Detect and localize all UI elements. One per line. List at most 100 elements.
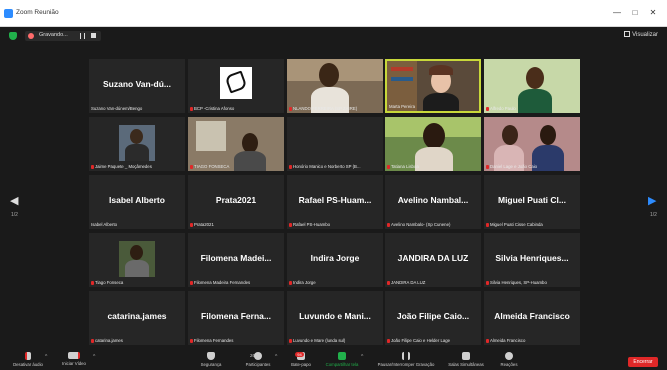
participant-name-large: João Filipe Caio... bbox=[396, 311, 470, 321]
chat-button[interactable]: 94 Bate-papo bbox=[286, 352, 316, 367]
participant-tile[interactable]: JANDIRA DA LUZ JANDIRA DA LUZ bbox=[385, 233, 481, 287]
participant-tile[interactable]: Alfredo Paulo bbox=[484, 59, 580, 113]
start-video-button[interactable]: Iniciar Vídeo bbox=[56, 352, 92, 366]
close-icon[interactable]: ✕ bbox=[648, 8, 658, 18]
mic-muted-icon bbox=[387, 164, 390, 169]
participant-label: Silvia Henriques, SP-Huambo bbox=[486, 280, 578, 285]
share-screen-icon bbox=[338, 352, 346, 360]
participant-tile[interactable]: Filomena Madei... Filomena Madeira Ferna… bbox=[188, 233, 284, 287]
mute-button[interactable]: Desativar áudio bbox=[8, 352, 48, 367]
participant-tile[interactable]: Luvundo e Mani... Luvundo e Mare (lunda … bbox=[287, 291, 383, 345]
participant-label: Rafael PS-Huambo bbox=[289, 222, 381, 227]
audio-options-chevron-icon[interactable]: ^ bbox=[45, 354, 47, 360]
mic-muted-icon bbox=[387, 222, 390, 227]
previous-page-icon[interactable]: ◀ bbox=[10, 194, 18, 207]
recording-indicator: Gravando... bbox=[25, 31, 101, 41]
meeting-top-bar: Gravando... Visualizar bbox=[0, 27, 667, 45]
pause-stop-recording-button[interactable]: Pausar/Interromper Gravação bbox=[370, 352, 442, 367]
participant-tile[interactable]: Almeida Francisco Almeida Francisco bbox=[484, 291, 580, 345]
next-page-icon[interactable]: ▶ bbox=[648, 194, 656, 207]
mic-muted-icon bbox=[91, 280, 94, 285]
window-title-bar: Zoom Reunião — □ ✕ bbox=[0, 0, 667, 27]
participant-name-large: Isabel Alberto bbox=[109, 195, 165, 205]
share-screen-button[interactable]: Compartilhar tela bbox=[320, 352, 364, 367]
camera-icon bbox=[68, 352, 80, 359]
participant-tile[interactable]: catarina.james catarina.james bbox=[89, 291, 185, 345]
participant-video bbox=[484, 59, 580, 113]
participant-tile[interactable]: João Filipe Caio... João Filipe Caio e H… bbox=[385, 291, 481, 345]
view-button[interactable]: Visualizar bbox=[624, 31, 658, 38]
left-page-indicator: 1/2 bbox=[11, 212, 18, 218]
mic-muted-icon bbox=[289, 164, 292, 169]
participant-name-large: Miguel Puati Cl... bbox=[497, 195, 566, 205]
share-options-chevron-icon[interactable]: ^ bbox=[361, 354, 363, 360]
participant-tile[interactable]: Tiago Fonseca bbox=[89, 233, 185, 287]
participant-avatar bbox=[89, 233, 185, 287]
participant-tile[interactable]: BCP -Cristina Afonso bbox=[188, 59, 284, 113]
participants-count: 26 bbox=[250, 353, 256, 358]
participant-tile[interactable]: Suzano Van-dú... Suzano Van-dúnem/Bengo bbox=[89, 59, 185, 113]
mic-muted-icon bbox=[387, 338, 390, 343]
participant-label: catarina.james bbox=[91, 338, 183, 343]
participant-video bbox=[385, 117, 481, 171]
mic-muted-icon bbox=[91, 338, 94, 343]
participant-tile-active-speaker[interactable]: Marta Pereira bbox=[385, 59, 481, 113]
participant-label: Tiago Fonseca bbox=[91, 280, 183, 285]
participant-tile[interactable]: Miguel Puati Cl... Miguel Puati Cisse Ca… bbox=[484, 175, 580, 229]
participant-label: Indira Jorge bbox=[289, 280, 381, 285]
participant-tile[interactable]: TIAGO FONSECA bbox=[188, 117, 284, 171]
breakout-rooms-button[interactable]: Salas Simultâneas bbox=[446, 352, 486, 367]
mic-muted-icon bbox=[387, 280, 390, 285]
participants-chevron-icon[interactable]: ^ bbox=[275, 354, 277, 360]
mute-label: Desativar áudio bbox=[13, 362, 43, 367]
end-meeting-button[interactable]: Encerrar bbox=[628, 357, 658, 367]
meeting-toolbar: Desativar áudio ^ Iniciar Vídeo ^ Segura… bbox=[0, 350, 667, 370]
minimize-icon[interactable]: — bbox=[612, 8, 622, 18]
participant-tile[interactable]: Jaime Paquete _ Moçâmedes bbox=[89, 117, 185, 171]
participant-label: Luvundo e Mare (lunda sul) bbox=[289, 338, 381, 343]
maximize-icon[interactable]: □ bbox=[630, 8, 640, 18]
record-dot-icon bbox=[28, 33, 34, 39]
mic-muted-icon bbox=[486, 164, 489, 169]
mic-muted-icon bbox=[486, 280, 489, 285]
participant-label: Avelino Nambalo- (Sp Cunene) bbox=[387, 222, 479, 227]
participant-tile[interactable]: Avelino Nambal... Avelino Nambalo- (Sp C… bbox=[385, 175, 481, 229]
participants-button[interactable]: 26 Participantes bbox=[240, 352, 276, 367]
participant-label: TIAGO FONSECA bbox=[190, 164, 282, 169]
mic-muted-icon bbox=[289, 338, 292, 343]
mic-muted-icon bbox=[190, 222, 193, 227]
participant-label: BCP -Cristina Afonso bbox=[190, 106, 282, 111]
stop-icon[interactable] bbox=[91, 33, 96, 38]
mic-muted-icon bbox=[486, 106, 489, 111]
participant-video bbox=[484, 117, 580, 171]
video-options-chevron-icon[interactable]: ^ bbox=[93, 354, 95, 360]
participant-label: Daniel Lage e João Caio bbox=[486, 164, 578, 169]
participant-name-large: Filomena Madei... bbox=[200, 253, 272, 263]
participant-tile[interactable]: Silvia Henriques... Silvia Henriques, SP… bbox=[484, 233, 580, 287]
participant-label: Almeida Francisco bbox=[486, 338, 578, 343]
participant-name-large: Silvia Henriques... bbox=[495, 253, 569, 263]
video-gallery: Suzano Van-dú... Suzano Van-dúnem/Bengo … bbox=[89, 59, 581, 345]
mic-muted-icon bbox=[190, 106, 193, 111]
shield-icon[interactable] bbox=[9, 32, 17, 40]
pause-icon[interactable] bbox=[80, 33, 85, 39]
participant-tile[interactable]: Prata2021 Prata2021 bbox=[188, 175, 284, 229]
participant-tile[interactable]: Rafael PS-Huam... Rafael PS-Huambo bbox=[287, 175, 383, 229]
participant-label: JANDIRA DA LUZ bbox=[387, 280, 479, 285]
participant-label: Suzano Van-dúnem/Bengo bbox=[91, 106, 143, 111]
participant-tile[interactable]: Daniel Lage e João Caio bbox=[484, 117, 580, 171]
participant-tile[interactable]: NLANDO FERREIRA (SP ZAIRE) bbox=[287, 59, 383, 113]
participant-tile[interactable]: Indira Jorge Indira Jorge bbox=[287, 233, 383, 287]
view-label: Visualizar bbox=[632, 32, 658, 38]
participant-name-large: Rafael PS-Huam... bbox=[298, 195, 372, 205]
mic-muted-icon bbox=[190, 338, 193, 343]
participant-tile[interactable]: Isabel Alberto Isabel Alberto bbox=[89, 175, 185, 229]
mic-muted-icon bbox=[486, 222, 489, 227]
participant-label: Filomena Fernandes bbox=[190, 338, 282, 343]
participant-tile[interactable]: Tatiana Lisboa bbox=[385, 117, 481, 171]
participant-tile[interactable]: Filomena Ferna... Filomena Fernandes bbox=[188, 291, 284, 345]
reactions-button[interactable]: Reações bbox=[494, 352, 524, 367]
participant-tile[interactable]: Honório Manico e Norberto SP (B... bbox=[287, 117, 383, 171]
recording-label: Gravando... bbox=[39, 32, 68, 38]
security-button[interactable]: Segurança bbox=[194, 352, 228, 367]
